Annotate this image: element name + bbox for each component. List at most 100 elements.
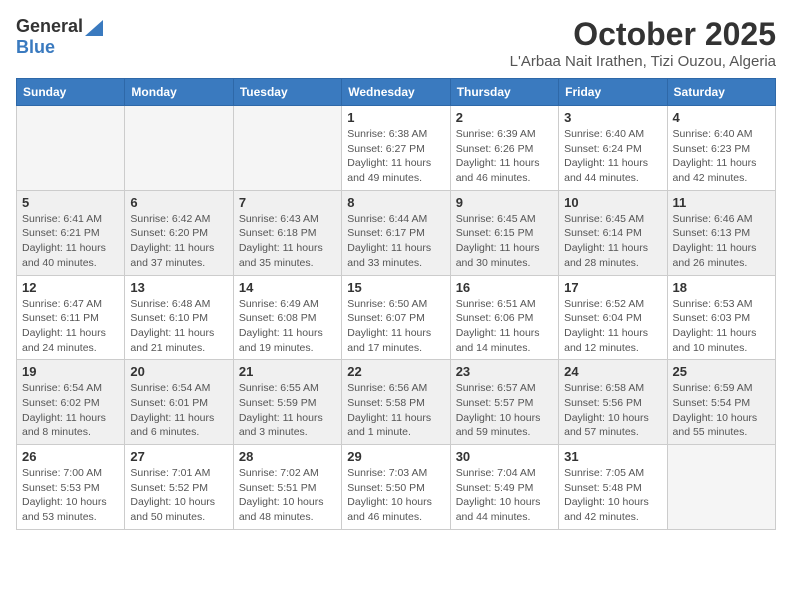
day-number: 6 <box>130 195 227 210</box>
day-number: 8 <box>347 195 444 210</box>
day-info: Sunrise: 6:49 AM Sunset: 6:08 PM Dayligh… <box>239 297 336 356</box>
day-info: Sunrise: 6:41 AM Sunset: 6:21 PM Dayligh… <box>22 212 119 271</box>
title-area: October 2025 L'Arbaa Nait Irathen, Tizi … <box>510 16 776 70</box>
day-number: 27 <box>130 449 227 464</box>
col-header-saturday: Saturday <box>667 79 775 106</box>
day-number: 24 <box>564 364 661 379</box>
calendar-cell: 15 Sunrise: 6:50 AM Sunset: 6:07 PM Dayli… <box>342 275 450 360</box>
page-header: General Blue October 2025 L'Arbaa Nait I… <box>16 16 776 70</box>
calendar-cell: 1 Sunrise: 6:38 AM Sunset: 6:27 PM Daylig… <box>342 106 450 191</box>
calendar-cell: 18 Sunrise: 6:53 AM Sunset: 6:03 PM Dayli… <box>667 275 775 360</box>
calendar-week-row: 26 Sunrise: 7:00 AM Sunset: 5:53 PM Dayli… <box>17 445 776 530</box>
calendar-week-row: 5 Sunrise: 6:41 AM Sunset: 6:21 PM Daylig… <box>17 190 776 275</box>
logo-blue-text: Blue <box>16 37 55 58</box>
day-number: 14 <box>239 280 336 295</box>
day-number: 15 <box>347 280 444 295</box>
calendar-cell: 2 Sunrise: 6:39 AM Sunset: 6:26 PM Daylig… <box>450 106 558 191</box>
day-number: 3 <box>564 110 661 125</box>
day-number: 10 <box>564 195 661 210</box>
day-info: Sunrise: 6:48 AM Sunset: 6:10 PM Dayligh… <box>130 297 227 356</box>
day-number: 1 <box>347 110 444 125</box>
calendar-cell: 25Sunrise: 6:59 AM Sunset: 5:54 PM Dayli… <box>667 360 775 445</box>
day-info: Sunrise: 6:56 AM Sunset: 5:58 PM Dayligh… <box>347 381 444 440</box>
col-header-monday: Monday <box>125 79 233 106</box>
calendar-cell: 26 Sunrise: 7:00 AM Sunset: 5:53 PM Dayli… <box>17 445 125 530</box>
calendar-cell: 28 Sunrise: 7:02 AM Sunset: 5:51 PM Dayli… <box>233 445 341 530</box>
calendar-cell: 27Sunrise: 7:01 AM Sunset: 5:52 PM Dayli… <box>125 445 233 530</box>
calendar-cell: 8 Sunrise: 6:44 AM Sunset: 6:17 PM Daylig… <box>342 190 450 275</box>
calendar-cell: 21Sunrise: 6:55 AM Sunset: 5:59 PM Dayli… <box>233 360 341 445</box>
day-info: Sunrise: 7:00 AM Sunset: 5:53 PM Dayligh… <box>22 466 119 525</box>
calendar-week-row: 1 Sunrise: 6:38 AM Sunset: 6:27 PM Daylig… <box>17 106 776 191</box>
calendar-cell <box>125 106 233 191</box>
day-info: Sunrise: 6:46 AM Sunset: 6:13 PM Dayligh… <box>673 212 770 271</box>
col-header-friday: Friday <box>559 79 667 106</box>
calendar-cell: 30Sunrise: 7:04 AM Sunset: 5:49 PM Dayli… <box>450 445 558 530</box>
day-info: Sunrise: 6:51 AM Sunset: 6:06 PM Dayligh… <box>456 297 553 356</box>
calendar-cell: 7Sunrise: 6:43 AM Sunset: 6:18 PM Daylig… <box>233 190 341 275</box>
calendar-cell: 3 Sunrise: 6:40 AM Sunset: 6:24 PM Daylig… <box>559 106 667 191</box>
location-text: L'Arbaa Nait Irathen, Tizi Ouzou, Algeri… <box>510 53 776 70</box>
day-number: 12 <box>22 280 119 295</box>
calendar-cell: 13 Sunrise: 6:48 AM Sunset: 6:10 PM Dayli… <box>125 275 233 360</box>
calendar-cell: 6 Sunrise: 6:42 AM Sunset: 6:20 PM Daylig… <box>125 190 233 275</box>
logo-general-text: General <box>16 16 83 37</box>
day-number: 4 <box>673 110 770 125</box>
calendar-cell: 16 Sunrise: 6:51 AM Sunset: 6:06 PM Dayli… <box>450 275 558 360</box>
day-number: 28 <box>239 449 336 464</box>
calendar-cell: 4 Sunrise: 6:40 AM Sunset: 6:23 PM Daylig… <box>667 106 775 191</box>
calendar-cell: 12 Sunrise: 6:47 AM Sunset: 6:11 PM Dayli… <box>17 275 125 360</box>
day-number: 22 <box>347 364 444 379</box>
day-info: Sunrise: 6:42 AM Sunset: 6:20 PM Dayligh… <box>130 212 227 271</box>
day-number: 29 <box>347 449 444 464</box>
day-number: 20 <box>130 364 227 379</box>
day-number: 18 <box>673 280 770 295</box>
day-info: Sunrise: 6:39 AM Sunset: 6:26 PM Dayligh… <box>456 127 553 186</box>
day-info: Sunrise: 6:38 AM Sunset: 6:27 PM Dayligh… <box>347 127 444 186</box>
calendar-cell: 17Sunrise: 6:52 AM Sunset: 6:04 PM Dayli… <box>559 275 667 360</box>
calendar-cell: 10 Sunrise: 6:45 AM Sunset: 6:14 PM Dayli… <box>559 190 667 275</box>
day-number: 26 <box>22 449 119 464</box>
day-info: Sunrise: 7:02 AM Sunset: 5:51 PM Dayligh… <box>239 466 336 525</box>
day-info: Sunrise: 6:57 AM Sunset: 5:57 PM Dayligh… <box>456 381 553 440</box>
calendar-week-row: 19Sunrise: 6:54 AM Sunset: 6:02 PM Dayli… <box>17 360 776 445</box>
logo: General Blue <box>16 16 103 58</box>
day-info: Sunrise: 6:40 AM Sunset: 6:23 PM Dayligh… <box>673 127 770 186</box>
calendar-cell: 22 Sunrise: 6:56 AM Sunset: 5:58 PM Dayli… <box>342 360 450 445</box>
day-number: 11 <box>673 195 770 210</box>
calendar-header-row: SundayMondayTuesdayWednesdayThursdayFrid… <box>17 79 776 106</box>
calendar-cell: 24Sunrise: 6:58 AM Sunset: 5:56 PM Dayli… <box>559 360 667 445</box>
day-info: Sunrise: 6:54 AM Sunset: 6:01 PM Dayligh… <box>130 381 227 440</box>
day-info: Sunrise: 7:03 AM Sunset: 5:50 PM Dayligh… <box>347 466 444 525</box>
day-info: Sunrise: 6:53 AM Sunset: 6:03 PM Dayligh… <box>673 297 770 356</box>
day-info: Sunrise: 6:45 AM Sunset: 6:14 PM Dayligh… <box>564 212 661 271</box>
day-number: 25 <box>673 364 770 379</box>
calendar-cell <box>233 106 341 191</box>
day-info: Sunrise: 6:52 AM Sunset: 6:04 PM Dayligh… <box>564 297 661 356</box>
col-header-thursday: Thursday <box>450 79 558 106</box>
day-info: Sunrise: 6:40 AM Sunset: 6:24 PM Dayligh… <box>564 127 661 186</box>
col-header-tuesday: Tuesday <box>233 79 341 106</box>
calendar-cell: 31Sunrise: 7:05 AM Sunset: 5:48 PM Dayli… <box>559 445 667 530</box>
day-info: Sunrise: 6:47 AM Sunset: 6:11 PM Dayligh… <box>22 297 119 356</box>
day-number: 23 <box>456 364 553 379</box>
logo-triangle-icon <box>85 20 103 36</box>
calendar-table: SundayMondayTuesdayWednesdayThursdayFrid… <box>16 78 776 530</box>
calendar-cell: 9Sunrise: 6:45 AM Sunset: 6:15 PM Daylig… <box>450 190 558 275</box>
calendar-cell <box>17 106 125 191</box>
day-number: 31 <box>564 449 661 464</box>
day-number: 5 <box>22 195 119 210</box>
day-info: Sunrise: 6:44 AM Sunset: 6:17 PM Dayligh… <box>347 212 444 271</box>
day-info: Sunrise: 6:50 AM Sunset: 6:07 PM Dayligh… <box>347 297 444 356</box>
col-header-wednesday: Wednesday <box>342 79 450 106</box>
calendar-cell <box>667 445 775 530</box>
day-number: 30 <box>456 449 553 464</box>
calendar-cell: 11 Sunrise: 6:46 AM Sunset: 6:13 PM Dayli… <box>667 190 775 275</box>
day-info: Sunrise: 6:55 AM Sunset: 5:59 PM Dayligh… <box>239 381 336 440</box>
calendar-cell: 19Sunrise: 6:54 AM Sunset: 6:02 PM Dayli… <box>17 360 125 445</box>
day-info: Sunrise: 6:54 AM Sunset: 6:02 PM Dayligh… <box>22 381 119 440</box>
day-number: 2 <box>456 110 553 125</box>
calendar-cell: 20 Sunrise: 6:54 AM Sunset: 6:01 PM Dayli… <box>125 360 233 445</box>
day-number: 13 <box>130 280 227 295</box>
day-number: 16 <box>456 280 553 295</box>
